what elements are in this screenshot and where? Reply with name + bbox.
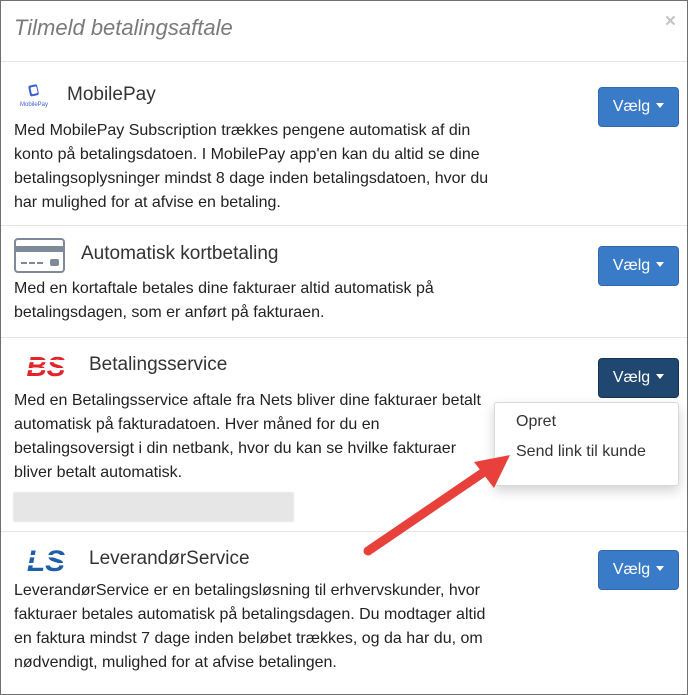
payment-agreement-modal: Tilmeld betalingsaftale × MobilePay Mobi…	[0, 0, 688, 695]
provider-name-card: Automatisk kortbetaling	[81, 243, 279, 264]
close-icon[interactable]: ×	[665, 12, 676, 31]
provider-name-mobilepay: MobilePay	[67, 84, 156, 105]
description-line: en faktura mindst 7 dage inden beløbet t…	[14, 630, 483, 647]
description-line: betalingsoplysninger mindst 8 dage inden…	[14, 170, 489, 187]
description-line: nødvendigt, mulighed for at afvise betal…	[14, 654, 337, 671]
modal-header: Tilmeld betalingsaftale ×	[1, 1, 687, 62]
description-line: betalingsoversigt i din netbank, hvor du…	[14, 440, 457, 457]
provider-section-card: Automatisk kortbetaling Vælg Med en kort…	[1, 227, 687, 338]
dropdown-item-opret[interactable]: Opret	[516, 413, 556, 431]
button-label: Vælg	[612, 369, 651, 386]
button-label: Vælg	[612, 257, 651, 274]
caret-down-icon	[656, 566, 665, 572]
description-line: har mulighed for at afvise en betaling.	[14, 194, 281, 211]
description-line: betalingsdagen, som er anført på faktura…	[14, 304, 325, 321]
description-line: Med en kortaftale betales dine fakturaer…	[14, 280, 434, 297]
choose-betalingsservice-button[interactable]: Vælg	[598, 358, 679, 398]
button-label: Vælg	[612, 98, 651, 115]
provider-section-leverandorservice: LS LeverandørService Vælg LeverandørServ…	[1, 533, 687, 694]
leverandorservice-logo: LS	[17, 544, 75, 578]
description-line: Med MobilePay Subscription trækkes penge…	[14, 122, 471, 139]
choose-leverandorservice-button[interactable]: Vælg	[598, 550, 679, 590]
provider-name-betalingsservice: Betalingsservice	[89, 354, 228, 375]
betalingsservice-logo-text: BS	[27, 351, 66, 381]
provider-description-leverandorservice: LeverandørService er en betalingsløsning…	[14, 579, 514, 675]
provider-description-card: Med en kortaftale betales dine fakturaer…	[14, 277, 514, 325]
betalingsservice-logo: BS	[18, 351, 74, 382]
provider-name-leverandorservice: LeverandørService	[89, 548, 250, 569]
provider-description-betalingsservice: Med en Betalingsservice aftale fra Nets …	[14, 389, 514, 485]
description-line: Med en Betalingsservice aftale fra Nets …	[14, 392, 481, 409]
choose-card-button[interactable]: Vælg	[598, 246, 679, 286]
mobilepay-logo-text: MobilePay	[20, 102, 48, 108]
button-label: Vælg	[612, 561, 651, 578]
description-line: fakturaer betales automatisk på betaling…	[14, 606, 486, 623]
blurred-placeholder	[13, 492, 294, 522]
leverandorservice-logo-text: LS	[27, 545, 65, 576]
mobilepay-logo: MobilePay	[14, 82, 54, 110]
caret-down-icon	[656, 103, 665, 109]
choose-mobilepay-button[interactable]: Vælg	[598, 87, 679, 127]
description-line: bliver betalt automatisk.	[14, 464, 183, 481]
provider-section-mobilepay: MobilePay MobilePay Vælg Med MobilePay S…	[1, 63, 687, 226]
caret-down-icon	[656, 374, 665, 380]
provider-description-mobilepay: Med MobilePay Subscription trækkes penge…	[14, 119, 514, 215]
description-line: konto på betalingsdatoen. I MobilePay ap…	[14, 146, 480, 163]
description-line: LeverandørService er en betalingsløsning…	[14, 582, 481, 599]
credit-card-icon	[14, 238, 65, 273]
modal-title: Tilmeld betalingsaftale	[14, 15, 233, 40]
description-line: automatisk på fakturadatoen. Hver måned …	[14, 416, 380, 433]
choose-dropdown-menu: Opret Send link til kunde	[494, 402, 679, 486]
dropdown-item-send-link[interactable]: Send link til kunde	[516, 443, 646, 461]
caret-down-icon	[656, 262, 665, 268]
